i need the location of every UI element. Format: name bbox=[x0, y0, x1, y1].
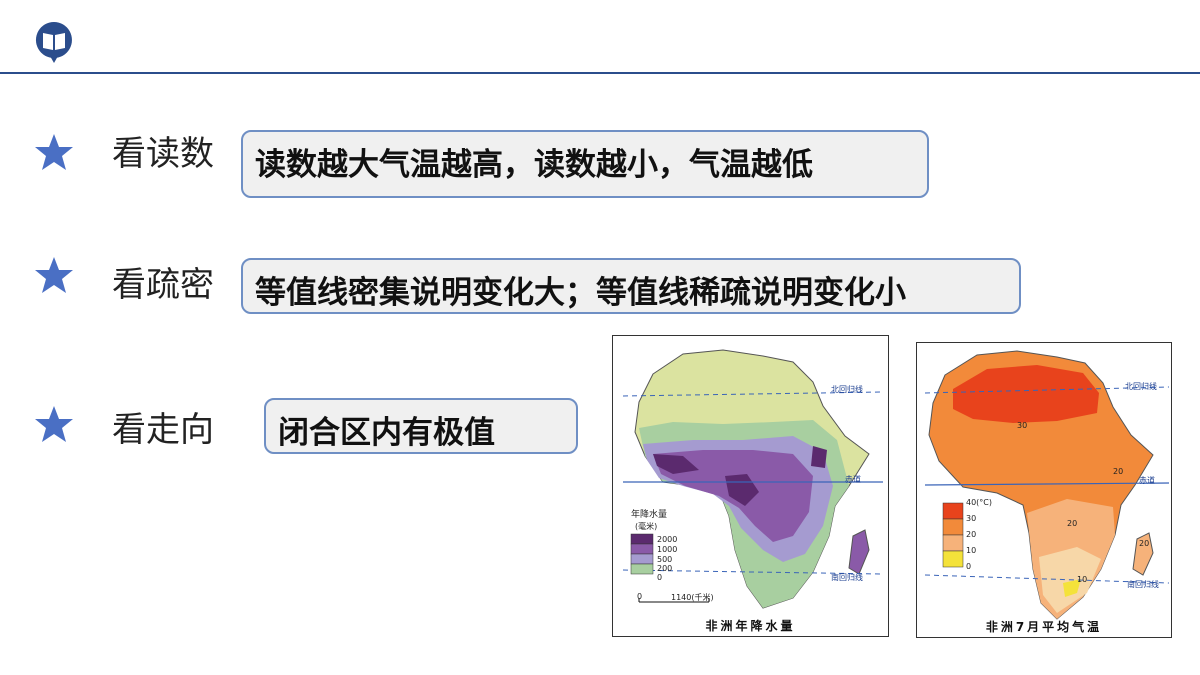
isotherm-label: 20 bbox=[1139, 539, 1150, 548]
isotherm-label: 30 bbox=[1017, 421, 1028, 430]
legend-unit: (毫米) bbox=[635, 522, 658, 531]
precipitation-map: 年降水量 (毫米) 2000 1000 500 200 0 0 1140(千米)… bbox=[612, 335, 889, 637]
tropic-south-label: 南回归线 bbox=[831, 573, 863, 582]
tropic-south-label: 南回归线 bbox=[1127, 580, 1159, 589]
row-label-direction: 看走向 bbox=[112, 410, 214, 450]
legend-value: 20 bbox=[966, 530, 977, 539]
legend-value: 1000 bbox=[657, 545, 678, 554]
legend-value: 0 bbox=[966, 562, 972, 571]
isotherm-label: 10 bbox=[1077, 575, 1088, 584]
row-label-reading: 看读数 bbox=[112, 134, 214, 174]
star-icon bbox=[35, 257, 73, 293]
precipitation-map-figure bbox=[613, 336, 888, 636]
map-caption: 非洲7月平均气温 bbox=[985, 620, 1103, 634]
isotherm-label: 20 bbox=[1067, 519, 1078, 528]
answer-box-density: 等值线密集说明变化大；等值线稀疏说明变化小 bbox=[241, 258, 1021, 314]
isotherm-label: 20 bbox=[1113, 467, 1124, 476]
scale-end: 1140(千米) bbox=[671, 593, 714, 602]
legend-value: 2000 bbox=[657, 535, 678, 544]
answer-box-reading: 读数越大气温越高，读数越小，气温越低 bbox=[241, 130, 929, 198]
answer-box-direction: 闭合区内有极值 bbox=[264, 398, 578, 454]
tropic-north-label: 北回归线 bbox=[831, 385, 863, 394]
row-label-density: 看疏密 bbox=[112, 265, 214, 305]
equator-label: 赤道 bbox=[1139, 476, 1155, 485]
legend-value: 40(°C) bbox=[966, 498, 993, 507]
header-divider bbox=[0, 72, 1200, 74]
legend-value: 10 bbox=[966, 546, 977, 555]
legend-value: 500 bbox=[657, 555, 673, 564]
legend-value: 0 bbox=[657, 573, 663, 582]
map-caption: 非洲年降水量 bbox=[705, 619, 796, 633]
scale-start: 0 bbox=[637, 592, 643, 601]
legend-value: 200 bbox=[657, 564, 673, 573]
legend-title: 年降水量 bbox=[631, 510, 668, 520]
star-icon bbox=[35, 406, 73, 442]
legend-value: 30 bbox=[966, 514, 977, 523]
temperature-map: 40(°C) 30 20 10 0 30 20 20 10 20 北回归线 赤道… bbox=[916, 342, 1172, 638]
equator-label: 赤道 bbox=[845, 475, 861, 484]
star-icon bbox=[35, 134, 73, 170]
open-book-icon bbox=[35, 22, 72, 63]
tropic-north-label: 北回归线 bbox=[1125, 382, 1157, 391]
